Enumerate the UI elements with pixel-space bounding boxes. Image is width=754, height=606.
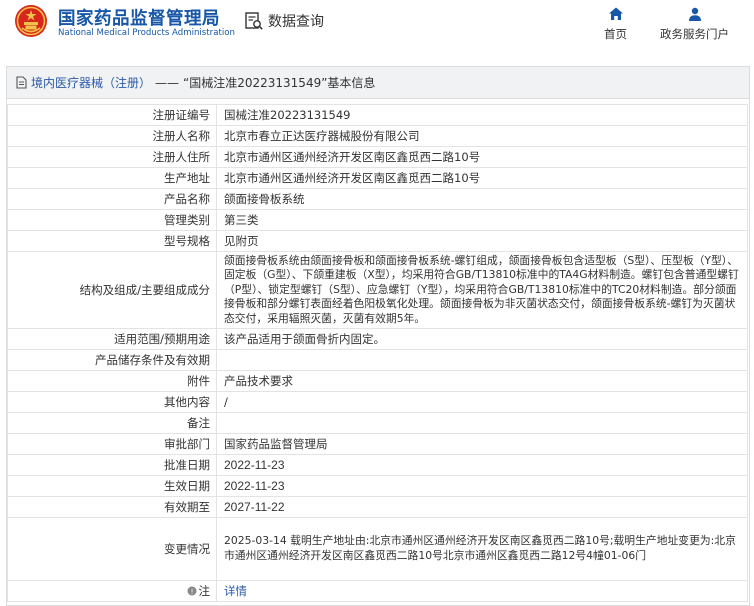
svg-text:!: ! [190,588,193,596]
field-label: 适用范围/预期用途 [7,328,217,350]
field-label: 注册证编号 [7,104,217,126]
field-value: 第三类 [216,209,748,231]
field-label: 型号规格 [7,230,217,252]
table-row: 批准日期 2022-11-23 [7,454,748,476]
site-subtitle: National Medical Products Administration [58,28,235,38]
field-value: 见附页 [216,230,748,252]
expiry-date: 2027-11-22 [224,499,285,514]
user-icon [688,7,701,21]
field-label: 注册人住所 [7,146,217,168]
breadcrumb: 境内医疗器械（注册） —— “国械注准20223131549”基本信息 [7,67,749,99]
field-label: 变更情况 [7,517,217,581]
nav-home[interactable]: 首页 [604,6,627,42]
field-label: 管理类别 [7,209,217,231]
field-value: 2027-11-22 [216,496,748,518]
data-query-link[interactable]: 数据查询 [244,10,324,32]
table-row: 注册人名称 北京市春立正达医疗器械股份有限公司 [7,125,748,147]
field-label: 产品储存条件及有效期 [7,349,217,371]
registration-detail-table: 注册证编号 国械注准20223131549 注册人名称 北京市春立正达医疗器械股… [7,104,748,602]
table-row: 产品名称 颌面接骨板系统 [7,188,748,210]
field-value: 2022-11-23 [216,475,748,497]
field-value [216,349,748,371]
field-value: 该产品适用于颌面骨折内固定。 [216,328,748,350]
table-row: 产品储存条件及有效期 [7,349,748,371]
field-label: 产品名称 [7,188,217,210]
nav-service-portal[interactable]: 政务服务门户 [660,6,729,42]
site-title: 国家药品监督管理局 [58,9,220,29]
site-header: 国家药品监督管理局 National Medical Products Admi… [0,0,754,56]
table-row: 其他内容 / [7,391,748,413]
field-value: 产品技术要求 [216,370,748,392]
table-row: 备注 [7,412,748,434]
note-icon: ! [187,586,196,596]
field-value: 北京市通州区通州经济开发区南区鑫觅西二路10号 [216,146,748,168]
table-row: ! 注 详情 [7,580,748,602]
effective-date: 2022-11-23 [224,478,285,493]
approval-date: 2022-11-23 [224,457,285,472]
nav-home-label: 首页 [604,27,627,41]
field-label: 备注 [7,412,217,434]
home-icon [608,7,623,20]
table-row: 结构及组成/主要组成成分 颌面接骨板系统由颌面接骨板和颌面接骨板系统-螺钉组成，… [7,251,748,329]
breadcrumb-category-link[interactable]: 境内医疗器械（注册） [31,74,151,91]
field-label: 其他内容 [7,391,217,413]
field-label: 结构及组成/主要组成成分 [7,251,217,329]
table-row: 管理类别 第三类 [7,209,748,231]
table-row: 有效期至 2027-11-22 [7,496,748,518]
field-value: 2022-11-23 [216,454,748,476]
field-value: 北京市春立正达医疗器械股份有限公司 [216,125,748,147]
field-label: 注册人名称 [7,125,217,147]
document-icon [16,76,27,89]
table-row: 注册人住所 北京市通州区通州经济开发区南区鑫觅西二路10号 [7,146,748,168]
breadcrumb-separator: —— [155,75,180,90]
nav-service-portal-label: 政务服务门户 [660,27,729,41]
field-value [216,412,748,434]
national-emblem-icon [15,5,47,37]
table-row: 适用范围/预期用途 该产品适用于颌面骨折内固定。 [7,328,748,350]
field-value: 详情 [216,580,748,602]
field-value: 颌面接骨板系统由颌面接骨板和颌面接骨板系统-螺钉组成，颌面接骨板包含适型板（S型… [216,251,748,329]
table-row: 生效日期 2022-11-23 [7,475,748,497]
breadcrumb-title: “国械注准20223131549”基本信息 [183,76,376,90]
table-row: 注册证编号 国械注准20223131549 [7,104,748,126]
table-row: 审批部门 国家药品监督管理局 [7,433,748,455]
field-value: 颌面接骨板系统 [216,188,748,210]
field-value: 国家药品监督管理局 [216,433,748,455]
field-value: 北京市通州区通州经济开发区南区鑫觅西二路10号 [216,167,748,189]
table-row: 变更情况 2025-03-14 载明生产地址由:北京市通州区通州经济开发区南区鑫… [7,517,748,581]
field-label: 审批部门 [7,433,217,455]
field-label: 有效期至 [7,496,217,518]
data-query-label: 数据查询 [268,14,324,30]
field-label: ! 注 [7,580,217,602]
table-row: 型号规格 见附页 [7,230,748,252]
document-search-icon [245,12,263,30]
field-value: / [216,391,748,413]
field-label: 生产地址 [7,167,217,189]
note-label: 注 [198,584,211,598]
field-label: 附件 [7,370,217,392]
table-row: 生产地址 北京市通州区通州经济开发区南区鑫觅西二路10号 [7,167,748,189]
field-value: 2025-03-14 载明生产地址由:北京市通州区通州经济开发区南区鑫觅西二路1… [216,517,748,581]
details-link[interactable]: 详情 [224,584,247,598]
table-row: 附件 产品技术要求 [7,370,748,392]
field-value: 国械注准20223131549 [216,104,748,126]
field-label: 生效日期 [7,475,217,497]
field-label: 批准日期 [7,454,217,476]
